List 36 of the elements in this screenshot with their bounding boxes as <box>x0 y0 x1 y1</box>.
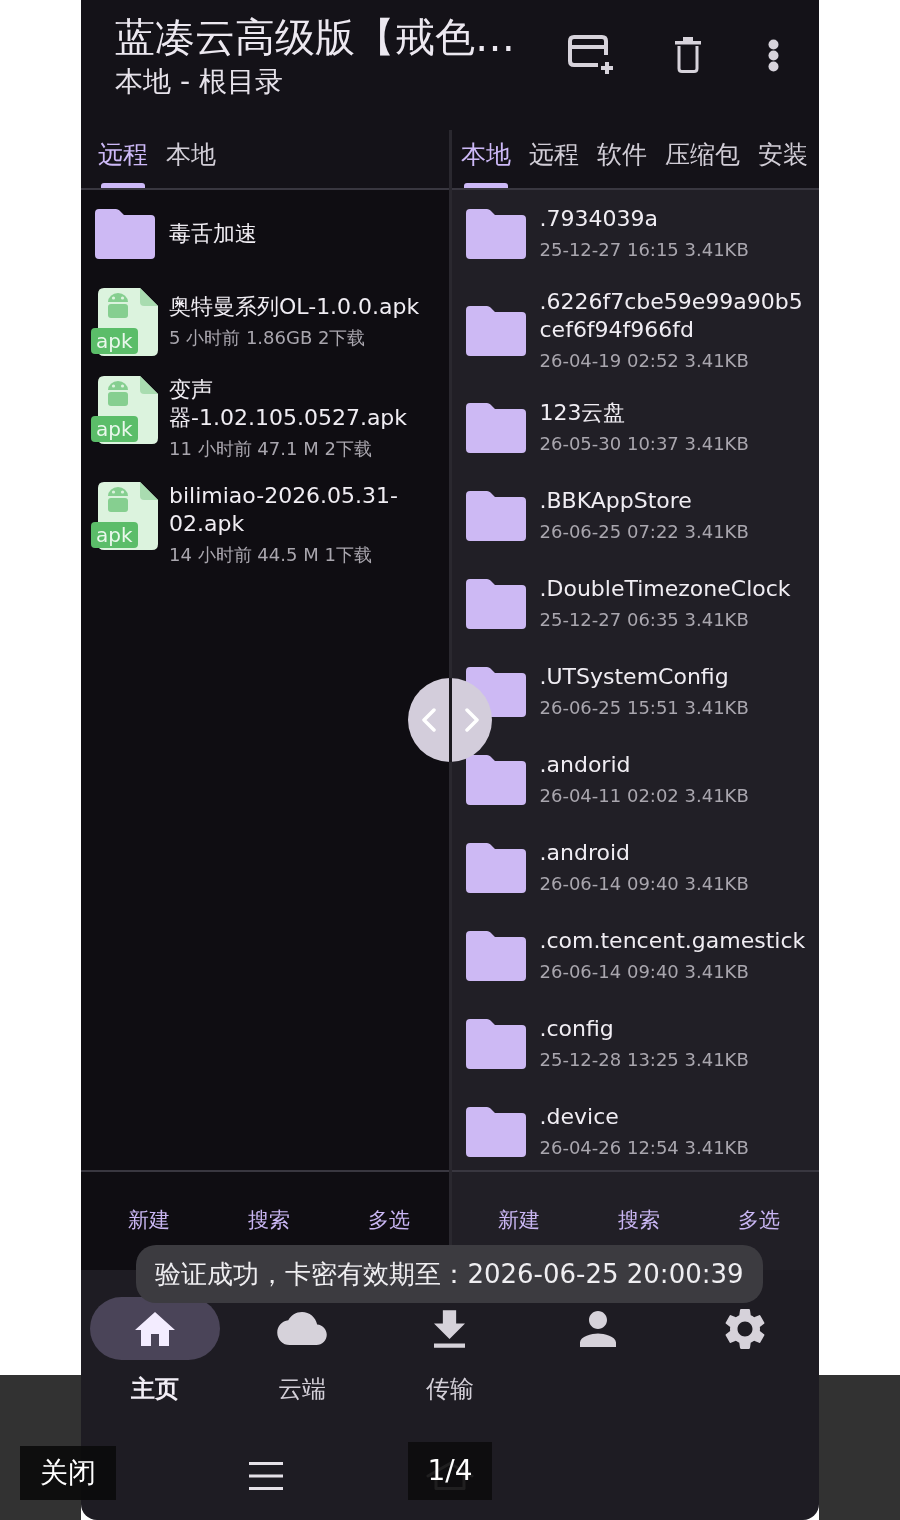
verification-toast: 验证成功，卡密有效期至：2026-06-25 20:00:39 <box>136 1245 763 1303</box>
file-details: 26-06-14 09:40 3.41KB <box>539 872 750 896</box>
file-details: 5 小时前 1.86GB 2下载 <box>169 326 367 350</box>
file-type-tag: apk <box>91 522 138 548</box>
file-details: 26-06-25 15:51 3.41KB <box>539 696 750 720</box>
file-details: 26-05-30 10:37 3.41KB <box>539 432 750 456</box>
file-type-tag: apk <box>91 416 138 442</box>
file-name: .andorid <box>539 751 632 779</box>
file-details: 26-04-11 02:02 3.41KB <box>539 784 750 808</box>
file-name: .UTSystemConfig <box>539 663 730 691</box>
file-details: 26-06-25 07:22 3.41KB <box>539 520 750 544</box>
page-counter-overlay: 1/4 <box>408 1442 492 1500</box>
file-name: 123云盘 <box>539 399 627 427</box>
file-name: .6226f7cbe59e99a90b5cef6f94f966fd <box>539 288 804 344</box>
file-name: 变声器-1.02.105.0527.apk <box>169 376 409 432</box>
file-details: 25-12-27 06:35 3.41KB <box>539 608 750 632</box>
file-details: 25-12-27 16:15 3.41KB <box>539 238 750 262</box>
file-name: 毒舌加速 <box>169 220 258 248</box>
file-type-tag: apk <box>91 328 138 354</box>
file-details: 26-04-19 02:52 3.41KB <box>539 349 750 373</box>
file-name: .DoubleTimezoneClock <box>539 575 792 603</box>
app-title: 蓝凑云高级版【戒色… <box>115 14 515 60</box>
file-name: bilimiao-2026.05.31-02.apk <box>169 482 400 538</box>
file-name: .config <box>539 1015 615 1043</box>
file-details: 25-12-28 13:25 3.41KB <box>539 1048 750 1072</box>
file-name: .android <box>539 839 631 867</box>
file-name: .7934039a <box>539 205 659 233</box>
file-name: .com.tencent.gamestick <box>539 927 807 955</box>
file-details: 14 小时前 44.5 M 1下载 <box>169 543 373 567</box>
folder-path: 本地 - 根目录 <box>115 64 283 100</box>
file-name: 奥特曼系列OL-1.0.0.apk <box>169 293 421 321</box>
file-details: 26-04-26 12:54 3.41KB <box>539 1136 750 1160</box>
file-details: 26-06-14 09:40 3.41KB <box>539 960 750 984</box>
file-name: .device <box>539 1103 620 1131</box>
file-details: 11 小时前 47.1 M 2下载 <box>169 437 373 461</box>
file-name: .BBKAppStore <box>539 487 693 515</box>
